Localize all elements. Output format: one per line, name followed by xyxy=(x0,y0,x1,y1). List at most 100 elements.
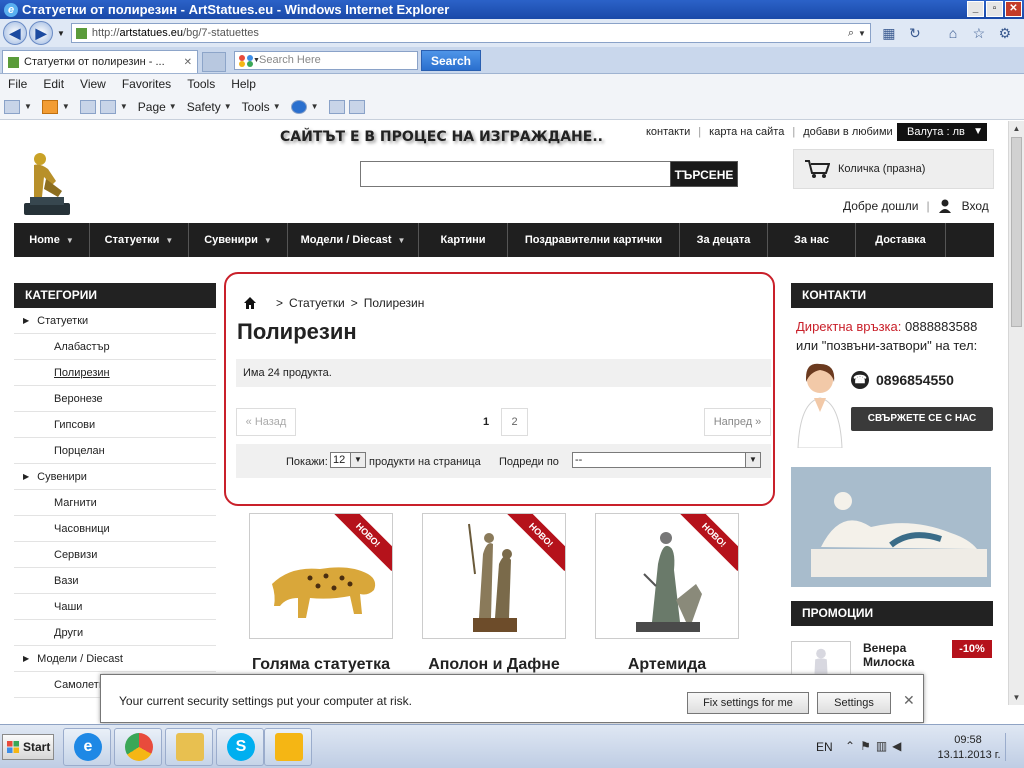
safety-menu[interactable]: Safety xyxy=(187,100,221,114)
print-icon[interactable] xyxy=(99,99,116,114)
menu-view[interactable]: View xyxy=(80,77,106,91)
nav-about[interactable]: За нас xyxy=(768,223,856,257)
link-contacts[interactable]: контакти xyxy=(646,126,690,138)
category-item[interactable]: Порцелан xyxy=(14,438,216,464)
nav-paintings[interactable]: Картини xyxy=(419,223,508,257)
volume-icon[interactable]: ◀ xyxy=(892,739,901,753)
menu-favorites[interactable]: Favorites xyxy=(122,77,171,91)
nav-statuettes[interactable]: Статуетки ▼ xyxy=(90,223,189,257)
product-card-apollo[interactable]: НОВО! xyxy=(422,513,566,639)
taskbar-chrome[interactable] xyxy=(114,728,162,766)
category-item[interactable]: Алабастър xyxy=(14,334,216,360)
category-item[interactable]: Чаши xyxy=(14,594,216,620)
per-page-select[interactable]: 12 ▼ xyxy=(330,452,366,468)
taskbar-app[interactable] xyxy=(264,728,312,766)
category-item[interactable]: ▶ Статуетки xyxy=(14,308,216,334)
menu-tools[interactable]: Tools xyxy=(187,77,215,91)
maximize-button[interactable]: ▫ xyxy=(986,1,1003,17)
site-search-input[interactable] xyxy=(360,161,672,187)
nav-home[interactable]: Home ▼ xyxy=(14,223,90,257)
category-item[interactable]: Часовници xyxy=(14,516,216,542)
category-item[interactable]: ▶ Модели / Diecast xyxy=(14,646,216,672)
taskbar-explorer[interactable] xyxy=(165,728,213,766)
home-command-icon[interactable] xyxy=(4,99,20,114)
research-icon[interactable] xyxy=(328,99,345,114)
tab-active[interactable]: Статуетки от полирезин - ... ✕ xyxy=(2,50,198,73)
back-button[interactable]: ◀ xyxy=(3,21,27,45)
nav-kids[interactable]: За децата xyxy=(680,223,768,257)
page-menu[interactable]: Page xyxy=(138,100,166,114)
messenger-icon[interactable] xyxy=(348,99,365,114)
compatibility-icon[interactable]: ▦ xyxy=(879,25,899,42)
fix-settings-button[interactable]: Fix settings for me xyxy=(687,692,809,714)
close-icon[interactable]: ✕ xyxy=(903,692,915,709)
clock-date[interactable]: 13.11.2013 г. xyxy=(932,749,1006,761)
site-logo[interactable] xyxy=(22,151,72,217)
new-tab-button[interactable] xyxy=(202,52,226,72)
link-sitemap[interactable]: карта на сайта xyxy=(709,126,784,138)
history-dropdown-icon[interactable]: ▼ xyxy=(57,29,65,38)
taskbar-skype[interactable]: S xyxy=(216,728,264,766)
search-provider-dropdown-icon[interactable]: ▼ xyxy=(253,52,260,69)
promo-item-name[interactable]: Венера Милоска xyxy=(863,641,933,669)
taskbar-ie[interactable]: e xyxy=(63,728,111,766)
help-icon[interactable] xyxy=(290,99,307,114)
category-item[interactable]: Вази xyxy=(14,568,216,594)
refresh-icon[interactable]: ↻ xyxy=(905,25,925,42)
toolbar-search-input[interactable]: ▼ Search Here xyxy=(234,51,418,70)
settings-gear-icon[interactable]: ⚙ xyxy=(995,25,1015,42)
close-window-button[interactable]: ✕ xyxy=(1005,1,1022,17)
product-card-artemis[interactable]: НОВО! xyxy=(595,513,739,639)
category-item[interactable]: ▶ Сувенири xyxy=(14,464,216,490)
start-button[interactable]: Start xyxy=(2,734,54,760)
category-item[interactable]: Други xyxy=(14,620,216,646)
category-item[interactable]: Гипсови xyxy=(14,412,216,438)
pager-next-button[interactable]: Напред » xyxy=(704,408,771,436)
currency-selector[interactable]: Валута : лв ▼ xyxy=(897,123,987,141)
menu-edit[interactable]: Edit xyxy=(43,77,64,91)
address-search-icon[interactable]: ⌕ xyxy=(848,27,854,40)
home-icon[interactable] xyxy=(244,297,256,309)
nav-souvenirs[interactable]: Сувенири ▼ xyxy=(189,223,288,257)
category-item[interactable]: Магнити xyxy=(14,490,216,516)
statue-banner-image[interactable] xyxy=(791,467,991,587)
product-card-leopard[interactable]: НОВО! xyxy=(249,513,393,639)
home-browser-icon[interactable]: ⌂ xyxy=(943,25,963,42)
favorites-star-icon[interactable]: ☆ xyxy=(969,25,989,42)
product-name-leopard[interactable]: Голяма статуетка xyxy=(241,656,401,674)
action-center-flag-icon[interactable]: ⚑ xyxy=(860,739,871,753)
link-add-favorites[interactable]: добави в любими xyxy=(803,126,892,138)
forward-button[interactable]: ▶ xyxy=(29,21,53,45)
login-link[interactable]: Вход xyxy=(962,199,989,213)
breadcrumb-parent[interactable]: Статуетки xyxy=(289,296,345,310)
menu-file[interactable]: File xyxy=(8,77,27,91)
nav-models[interactable]: Модели / Diecast ▼ xyxy=(288,223,419,257)
feeds-icon[interactable] xyxy=(41,99,58,114)
scrollbar-thumb[interactable] xyxy=(1011,137,1022,327)
site-search-button[interactable]: ТЪРСЕНЕ xyxy=(670,161,738,187)
tools-menu[interactable]: Tools xyxy=(242,100,270,114)
tab-close-icon[interactable]: ✕ xyxy=(184,57,192,68)
network-icon[interactable]: ▥ xyxy=(876,739,887,753)
pager-page-2[interactable]: 2 xyxy=(501,408,528,436)
nav-greeting-cards[interactable]: Поздравителни картички xyxy=(508,223,680,257)
scroll-up-icon[interactable]: ▲ xyxy=(1009,121,1024,136)
pager-prev-button[interactable]: « Назад xyxy=(236,408,296,436)
category-item[interactable]: Веронезе xyxy=(14,386,216,412)
language-indicator[interactable]: EN xyxy=(816,740,833,754)
scroll-down-icon[interactable]: ▼ xyxy=(1009,690,1024,705)
toolbar-search-button[interactable]: Search xyxy=(421,50,481,71)
tray-expand-icon[interactable]: ⌃ xyxy=(845,739,855,753)
show-desktop-button[interactable] xyxy=(1005,733,1022,761)
category-item[interactable]: Сервизи xyxy=(14,542,216,568)
nav-delivery[interactable]: Доставка xyxy=(856,223,946,257)
clock-time[interactable]: 09:58 xyxy=(938,734,998,746)
address-bar[interactable]: http:// artstatues.eu /bg/7-statuettes ⌕… xyxy=(70,23,871,43)
menu-help[interactable]: Help xyxy=(231,77,256,91)
category-item[interactable]: Полирезин xyxy=(14,360,216,386)
address-dropdown-icon[interactable]: ▼ xyxy=(858,29,866,38)
contact-us-button[interactable]: СВЪРЖЕТЕ СЕ С НАС xyxy=(851,407,993,431)
settings-button[interactable]: Settings xyxy=(817,692,891,714)
page-scrollbar[interactable]: ▲ ▼ xyxy=(1008,121,1024,705)
mail-icon[interactable] xyxy=(79,99,96,114)
